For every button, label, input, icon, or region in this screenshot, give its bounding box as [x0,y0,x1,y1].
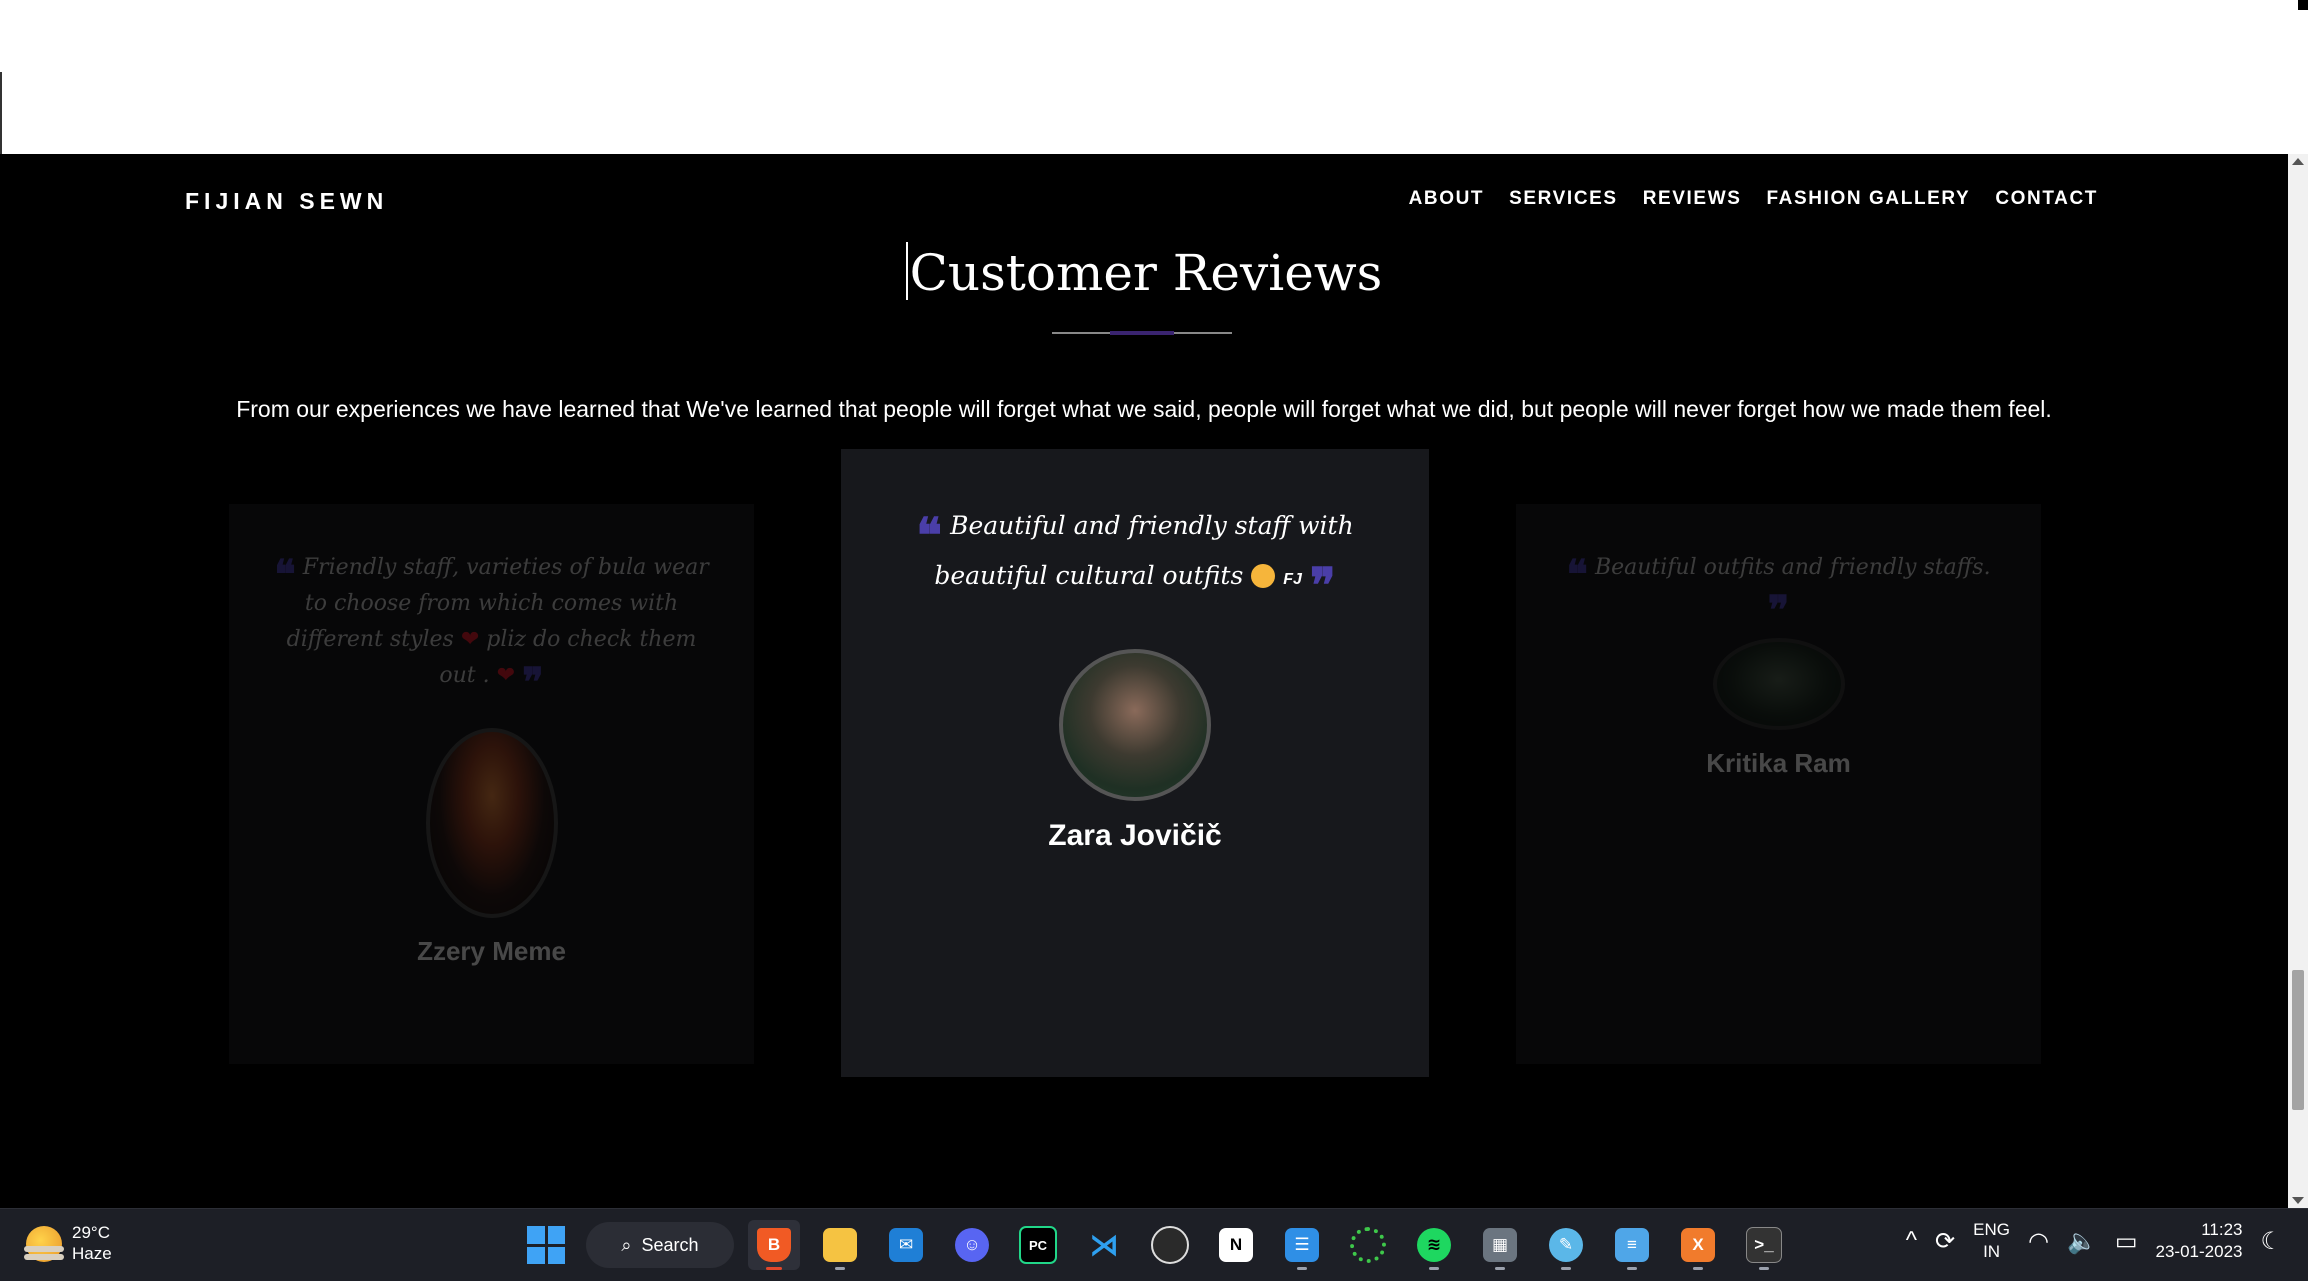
close-quote-icon: ❞ [1309,558,1336,614]
scroll-thumb[interactable] [2292,970,2304,1110]
paint-icon[interactable]: ✎ [1540,1220,1592,1270]
review-card-left[interactable]: ❝ Friendly staff, varieties of bula wear… [229,504,754,1064]
calculator-icon[interactable]: ▦ [1474,1220,1526,1270]
windows-logo-icon [527,1226,565,1264]
clock-time: 11:23 [2201,1220,2243,1239]
weather-widget[interactable]: 29°C Haze [24,1223,112,1265]
heart-icon: ❤ [496,663,516,688]
section-intro: From our experiences we have learned tha… [236,396,2052,422]
taskbar-search[interactable]: ⌕ Search [586,1222,734,1268]
obs-icon[interactable] [1144,1220,1196,1270]
open-quote-icon: ❝ [1566,551,1588,598]
hug-emoji-icon [1251,564,1276,588]
search-label: Search [641,1234,699,1255]
notepad-icon[interactable]: ≡ [1606,1220,1658,1270]
title-underline-accent [1110,331,1174,335]
review-text: Beautiful outfits and friendly staffs. [1594,555,1991,580]
nav-about[interactable]: ABOUT [1409,188,1485,210]
reviewer-avatar [425,728,558,918]
battery-icon[interactable]: ▭ [2115,1227,2138,1256]
close-quote-icon: ❞ [522,659,544,706]
region-code: IN [1983,1242,2001,1261]
reviewer-avatar [1059,649,1211,801]
clock-date: 23-01-2023 [2155,1242,2243,1261]
review-quote: ❝ Beautiful and friendly staff with beau… [841,501,1429,610]
window-edge [0,72,2,154]
review-quote: ❝ Friendly staff, varieties of bula wear… [229,550,754,703]
browser-top-area [0,0,2308,154]
window-corner [2298,0,2308,10]
website-viewport: FIJIAN SEWN ABOUT SERVICES REVIEWS FASHI… [0,154,2288,1208]
open-quote-icon: ❝ [916,508,943,564]
site-logo[interactable]: FIJIAN SEWN [185,188,388,215]
reviewer-name: Zara Jovičič [1048,819,1222,852]
close-quote-icon: ❞ [1767,587,1790,634]
review-card-right[interactable]: ❝ Beautiful outfits and friendly staffs.… [1516,504,2041,1064]
language-code: ENG [1973,1220,2010,1239]
loader-icon[interactable] [1342,1220,1394,1270]
notion-icon[interactable]: N [1210,1220,1262,1270]
teams-icon[interactable]: ☰ [1276,1220,1328,1270]
search-icon: ⌕ [621,1234,632,1255]
nav-services[interactable]: SERVICES [1509,188,1618,210]
haze-weather-icon [24,1226,64,1262]
heart-icon: ❤ [460,627,480,652]
reviewer-avatar [1712,638,1845,730]
reviewer-name: Kritika Ram [1706,748,1851,778]
section-title: Customer Reviews [0,242,2288,302]
spotify-icon[interactable]: ≋ [1408,1220,1460,1270]
file-explorer-icon[interactable] [814,1220,866,1270]
nav-fashion-gallery[interactable]: FASHION GALLERY [1767,188,1971,210]
weather-description: Haze [72,1244,112,1263]
review-card-active[interactable]: ❝ Beautiful and friendly staff with beau… [841,449,1429,1077]
reviewer-name: Zzery Meme [417,936,566,966]
brave-icon[interactable]: B [748,1220,800,1270]
language-indicator[interactable]: ENG IN [1973,1219,2010,1263]
system-tray: ^ ⟳ ENG IN ◠ 🔈 ▭ 11:23 23-01-2023 ☾ [1906,1219,2282,1263]
vscode-icon[interactable]: ⋊ [1078,1220,1130,1270]
terminal-icon[interactable]: >_ [1738,1220,1790,1270]
taskbar-apps: ⌕ Search B ✉ ☺ PC ⋊ N ☰ ≋ ▦ ✎ ≡ X >_ [520,1220,1790,1270]
weather-temperature: 29°C [72,1223,110,1242]
chevron-up-icon[interactable]: ^ [1906,1227,1917,1255]
mail-icon[interactable]: ✉ [880,1220,932,1270]
open-quote-icon: ❝ [274,551,296,598]
sync-icon[interactable]: ⟳ [1935,1227,1955,1256]
start-button[interactable] [520,1220,572,1270]
nav-contact[interactable]: CONTACT [1995,188,2098,210]
page-scrollbar[interactable] [2288,154,2308,1208]
review-tag: FJ [1283,571,1302,588]
focus-moon-icon[interactable]: ☾ [2260,1227,2282,1256]
title-underline [1052,331,1232,335]
volume-icon[interactable]: 🔈 [2067,1227,2097,1256]
section-title-text: Customer Reviews [909,244,1383,302]
taskbar: 29°C Haze ⌕ Search B ✉ ☺ PC ⋊ N ☰ ≋ ▦ ✎ … [0,1208,2308,1281]
review-quote: ❝ Beautiful outfits and friendly staffs.… [1516,550,2041,631]
wifi-icon[interactable]: ◠ [2028,1227,2049,1256]
clock[interactable]: 11:23 23-01-2023 [2156,1219,2243,1263]
scroll-up-arrow-icon[interactable] [2292,158,2304,165]
scroll-down-arrow-icon[interactable] [2292,1197,2304,1204]
discord-icon[interactable]: ☺ [946,1220,998,1270]
pycharm-icon[interactable]: PC [1012,1220,1064,1270]
nav-reviews[interactable]: REVIEWS [1643,188,1742,210]
xampp-icon[interactable]: X [1672,1220,1724,1270]
main-nav: ABOUT SERVICES REVIEWS FASHION GALLERY C… [1409,188,2098,210]
text-caret [905,242,908,300]
